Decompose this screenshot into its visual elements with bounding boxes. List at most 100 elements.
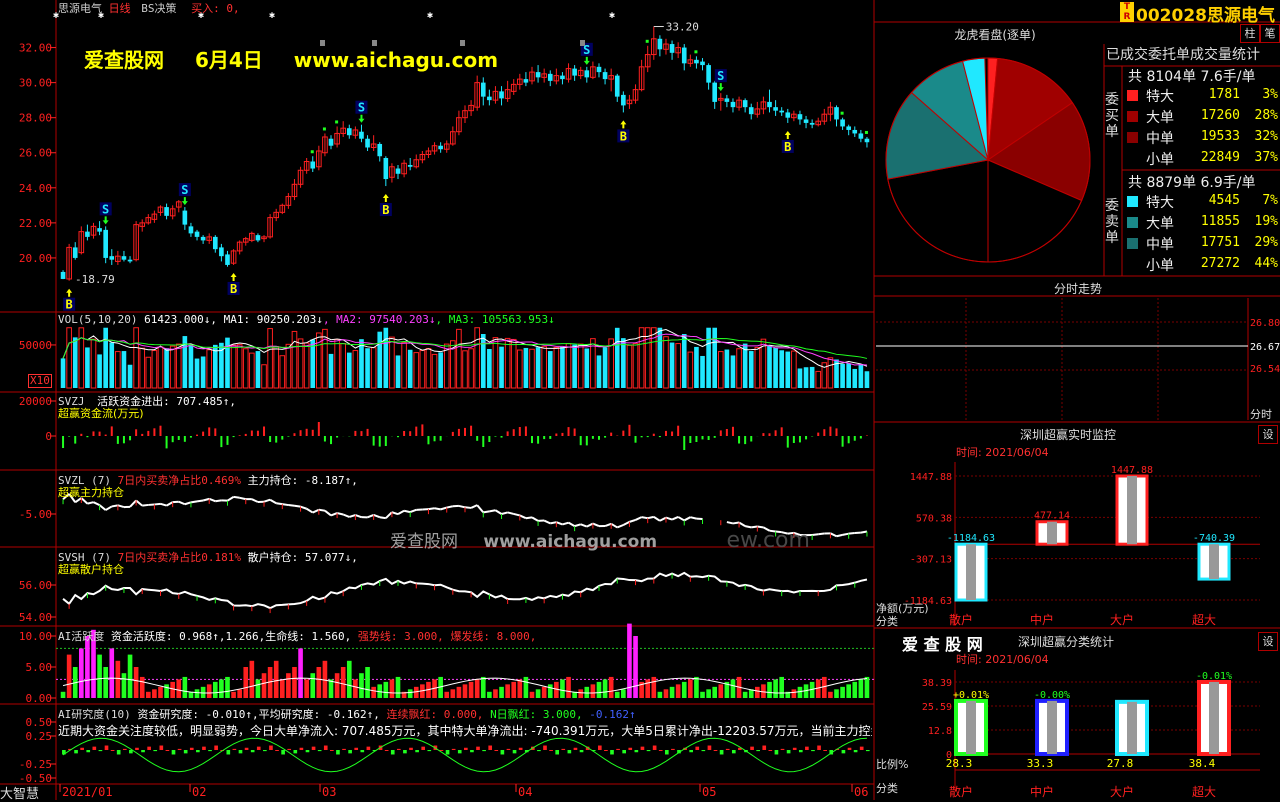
research-line (63, 738, 867, 772)
pen-mode-button[interactable]: 笔 (1260, 24, 1280, 43)
fund-flow-bar (702, 436, 704, 439)
fund-flow-bar (829, 427, 831, 436)
research-bar (775, 750, 779, 754)
main-holding-line (209, 499, 215, 501)
main-holding-line (264, 500, 270, 502)
activity-bar (304, 679, 309, 698)
activity-bar (384, 682, 389, 698)
activity-bar (347, 661, 352, 698)
fund-flow-bar (787, 436, 789, 448)
x-axis-label: 03 (322, 785, 336, 799)
research-bar (111, 750, 115, 751)
activity-bar (292, 667, 297, 698)
volume-bar-up (341, 344, 346, 388)
research-bar (494, 750, 498, 751)
activity-bar (773, 679, 778, 698)
activity-bar (511, 682, 516, 698)
fund-flow-bar (166, 436, 168, 448)
fund-flow-bar (464, 428, 466, 436)
activity-bar (865, 677, 870, 698)
bar-mode-button[interactable]: 柱 (1240, 24, 1260, 43)
line-type: 日线 (109, 2, 131, 15)
monitor-time: 时间: 2021/06/04 (956, 444, 1049, 460)
activity-bar (718, 684, 723, 698)
low-price-label: -18.79 (75, 273, 115, 286)
sell-arrow-icon (103, 216, 109, 224)
research-bar (799, 750, 803, 752)
price-tick-label: 24.00 (19, 182, 52, 195)
volume-bar-up (176, 344, 181, 388)
research-bar (360, 750, 364, 752)
activity-bar (859, 679, 864, 698)
candle-body-down (128, 260, 133, 262)
research-bar (848, 748, 852, 750)
fund-flow-bar (458, 429, 460, 436)
monitor-bar-core (1047, 522, 1057, 544)
activity-bar (731, 679, 736, 698)
watermark-faint: ew.com (726, 528, 810, 553)
sell-signal-label: S (181, 183, 188, 197)
fund-flow-bar (866, 436, 868, 437)
research-bar (196, 750, 200, 752)
monitor-settings-button[interactable]: 设 (1258, 425, 1278, 444)
research-bar (488, 746, 492, 750)
fund-flow-bar (220, 436, 222, 447)
fund-flow-bar (172, 436, 174, 442)
activity-bar (451, 689, 456, 698)
svsh-sub: 超赢散户持仓 (58, 561, 124, 577)
classify-settings-button[interactable]: 设 (1258, 632, 1278, 651)
activity-bar (128, 655, 133, 698)
main-holding-line (544, 521, 550, 524)
candle-body-down (408, 165, 413, 167)
volume-bar-up (676, 344, 681, 388)
research-bar (720, 750, 724, 754)
activity-bar (243, 667, 248, 698)
classify-class-label: 分类 (876, 780, 898, 796)
buy-signal-label: B (784, 140, 791, 154)
volume-bar-down (499, 347, 504, 388)
research-bar (628, 748, 632, 750)
volume-bar-up (505, 338, 510, 388)
classify-delta-label: -0.01% (1196, 671, 1232, 682)
main-holding-line (623, 522, 629, 525)
volume-bar-down (347, 353, 352, 388)
main-holding-line (136, 500, 142, 505)
activity-bar (61, 692, 66, 698)
activity-bar (225, 677, 230, 698)
main-holding-line (495, 510, 501, 514)
monitor-category-label: 中户 (1030, 612, 1054, 627)
watermark-url: www.aichagu.com (294, 48, 498, 72)
research-bar (568, 750, 572, 753)
fund-flow-bar (409, 431, 411, 436)
volume-bar-down (840, 364, 845, 388)
research-bar (635, 750, 639, 752)
activity-bar (280, 679, 285, 698)
main-holding-line (843, 534, 849, 535)
main-holding-line (489, 510, 495, 511)
volume-bar-down (438, 352, 443, 388)
classify-category-label: 超大 (1192, 784, 1216, 799)
fund-flow-bar (525, 426, 527, 436)
main-holding-line (514, 514, 520, 516)
activity-bar (779, 677, 784, 698)
volume-bar-up (134, 328, 139, 388)
activity-bar (463, 684, 468, 698)
volume-bar-up (426, 348, 431, 388)
fund-flow-bar (793, 436, 795, 443)
activity-bar (79, 648, 84, 698)
main-holding-line (197, 501, 203, 502)
vol-unit-badge: X10 (28, 374, 52, 388)
research-bar (561, 749, 565, 750)
main-holding-line (666, 518, 672, 520)
fund-flow-bar (854, 436, 856, 441)
candle-body-down (621, 95, 626, 106)
fund-flow-bar (647, 436, 649, 437)
classify-delta-label: -0.00% (1034, 690, 1070, 701)
fund-flow-bar (604, 436, 606, 438)
volume-bar-up (353, 351, 358, 388)
main-holding-line (508, 512, 514, 513)
fenshi-price-label: 26.67 (1250, 342, 1280, 353)
research-bar (702, 750, 706, 751)
volume-bar-down (481, 334, 486, 388)
green-dot-marker (335, 120, 338, 123)
